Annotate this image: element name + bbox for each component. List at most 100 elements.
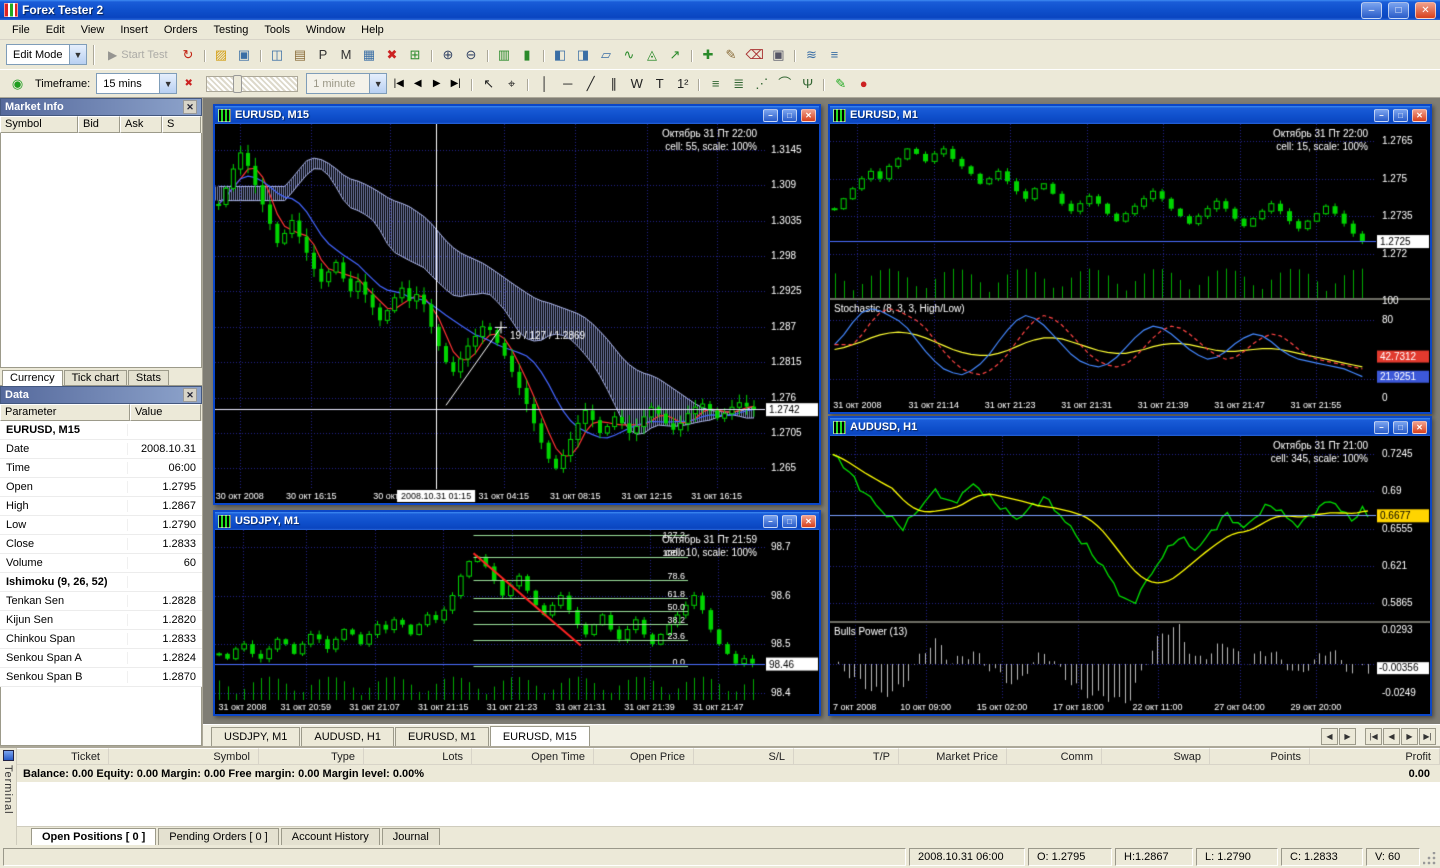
menu-item-testing[interactable]: Testing bbox=[206, 22, 257, 38]
close-chart-icon[interactable]: ▦ bbox=[358, 44, 381, 65]
maximize-button[interactable]: □ bbox=[1388, 2, 1409, 19]
cascade-windows-icon[interactable]: ▱ bbox=[595, 44, 618, 65]
zoom-out-icon[interactable]: ⊖ bbox=[460, 44, 483, 65]
horizontal-line-tool-icon[interactable]: ─ bbox=[556, 73, 579, 94]
pencil-color-icon[interactable]: ✎ bbox=[829, 74, 852, 95]
market-info-list[interactable] bbox=[0, 133, 202, 368]
terminal-tab-pending-orders-0-[interactable]: Pending Orders [ 0 ] bbox=[158, 828, 278, 845]
close-button[interactable]: ✕ bbox=[801, 109, 816, 122]
speed-select[interactable]: 1 minute ▼ bbox=[306, 73, 387, 94]
close-button[interactable]: ✕ bbox=[801, 515, 816, 528]
step-forward-button[interactable]: ▶ bbox=[427, 74, 446, 93]
chevron-down-icon[interactable]: ▼ bbox=[369, 74, 386, 93]
eraser-icon[interactable]: ⌫ bbox=[743, 44, 767, 65]
indicators-list-icon[interactable]: ≋ bbox=[800, 44, 823, 65]
mdi-scroll-right[interactable]: ▶ bbox=[1339, 728, 1356, 745]
terminal-side-tab[interactable]: Terminal bbox=[0, 748, 17, 845]
tile-vertical-icon[interactable]: ◨ bbox=[572, 44, 595, 65]
terminal-col-ticket[interactable]: Ticket bbox=[17, 748, 109, 764]
timeframe-select[interactable]: 15 mins ▼ bbox=[96, 73, 177, 94]
market-info-col-bid[interactable]: Bid bbox=[78, 116, 120, 133]
start-test-button[interactable]: ▶ Start Test bbox=[101, 44, 175, 65]
mdi-last-tab[interactable]: ▶| bbox=[1419, 728, 1436, 745]
fibo-fan-icon[interactable]: ⋰ bbox=[750, 74, 773, 95]
arrow-up-chart-icon[interactable]: ↗ bbox=[664, 44, 687, 65]
tab-currency[interactable]: Currency bbox=[2, 370, 63, 386]
terminal-col-symbol[interactable]: Symbol bbox=[109, 748, 259, 764]
step-back-button[interactable]: ◀ bbox=[408, 74, 427, 93]
numbers-tool-icon[interactable]: 1² bbox=[671, 73, 694, 94]
marker-icon[interactable]: ● bbox=[852, 73, 875, 94]
minimize-button[interactable]: – bbox=[1374, 421, 1389, 434]
fibo-arcs-icon[interactable]: ⌒ bbox=[773, 72, 796, 93]
pitchfork-icon[interactable]: Ψ bbox=[796, 73, 819, 94]
close-icon[interactable]: ✕ bbox=[183, 388, 197, 402]
trend-line-tool-icon[interactable]: ╱ bbox=[579, 74, 602, 95]
terminal-col-type[interactable]: Type bbox=[259, 748, 364, 764]
chart-titlebar[interactable]: AUDUSD, H1–□✕ bbox=[830, 418, 1430, 436]
chart-titlebar[interactable]: EURUSD, M15–□✕ bbox=[215, 106, 819, 124]
chart-window-eurusd-m15[interactable]: EURUSD, M15–□✕ bbox=[213, 104, 821, 505]
mdi-tab-audusd-h1[interactable]: AUDUSD, H1 bbox=[301, 727, 394, 746]
zoom-in-icon[interactable]: ⊕ bbox=[437, 44, 460, 65]
delete-chart-icon[interactable]: ✖ bbox=[381, 44, 404, 65]
data-col-value[interactable]: Value bbox=[130, 404, 201, 421]
cursor-icon[interactable]: ↖ bbox=[477, 74, 500, 95]
menu-item-orders[interactable]: Orders bbox=[156, 22, 206, 38]
restore-button[interactable]: □ bbox=[782, 109, 797, 122]
menu-item-tools[interactable]: Tools bbox=[256, 22, 298, 38]
close-button[interactable]: ✕ bbox=[1415, 2, 1436, 19]
area-chart-icon[interactable]: ◬ bbox=[641, 44, 664, 65]
step-to-start-button[interactable]: |◀ bbox=[389, 74, 408, 93]
minimize-button[interactable]: – bbox=[763, 515, 778, 528]
snapshot-icon[interactable]: ▣ bbox=[767, 44, 790, 65]
close-button[interactable]: ✕ bbox=[1412, 109, 1427, 122]
fibo-timezones-icon[interactable]: ≣ bbox=[727, 74, 750, 95]
chart-canvas-usdjpy-m1[interactable] bbox=[215, 530, 819, 714]
mdi-scroll-left[interactable]: ◀ bbox=[1321, 728, 1338, 745]
terminal-tab-open-positions-0-[interactable]: Open Positions [ 0 ] bbox=[31, 828, 156, 845]
restore-button[interactable]: □ bbox=[782, 515, 797, 528]
chart-titlebar[interactable]: USDJPY, M1–□✕ bbox=[215, 512, 819, 530]
terminal-col-lots[interactable]: Lots bbox=[364, 748, 472, 764]
candle-chart-icon[interactable]: ▮ bbox=[516, 44, 539, 65]
open-project-icon[interactable]: ▨ bbox=[210, 44, 233, 65]
terminal-col-profit[interactable]: Profit bbox=[1310, 748, 1440, 764]
terminal-col-t-p[interactable]: T/P bbox=[794, 748, 899, 764]
tab-tick-chart[interactable]: Tick chart bbox=[64, 370, 127, 385]
tab-stats[interactable]: Stats bbox=[128, 370, 169, 385]
minimize-button[interactable]: – bbox=[763, 109, 778, 122]
tile-horizontal-icon[interactable]: ◧ bbox=[549, 44, 572, 65]
chart-window-eurusd-m1[interactable]: EURUSD, M1–□✕ bbox=[828, 104, 1432, 414]
line-chart-icon[interactable]: ∿ bbox=[618, 44, 641, 65]
menu-item-view[interactable]: View bbox=[73, 22, 113, 38]
terminal-tab-journal[interactable]: Journal bbox=[382, 828, 440, 845]
market-info-col-ask[interactable]: Ask bbox=[120, 116, 162, 133]
terminal-tab-account-history[interactable]: Account History bbox=[281, 828, 380, 845]
wave-tool-icon[interactable]: W bbox=[625, 73, 648, 94]
chart-canvas-eurusd-m15[interactable] bbox=[215, 124, 819, 503]
menu-item-edit[interactable]: Edit bbox=[38, 22, 73, 38]
terminal-col-open-time[interactable]: Open Time bbox=[472, 748, 594, 764]
market-info-col-symbol[interactable]: Symbol bbox=[0, 116, 78, 133]
restore-button[interactable]: □ bbox=[1393, 421, 1408, 434]
fibo-retracement-icon[interactable]: ≡ bbox=[704, 73, 727, 94]
chart-canvas-eurusd-m1[interactable] bbox=[830, 124, 1430, 412]
minimize-button[interactable]: – bbox=[1374, 109, 1389, 122]
chart-canvas-audusd-h1[interactable] bbox=[830, 436, 1430, 714]
bar-chart-icon[interactable]: ▥ bbox=[493, 44, 516, 65]
menu-item-help[interactable]: Help bbox=[353, 22, 392, 38]
menu-item-window[interactable]: Window bbox=[298, 22, 353, 38]
crosshair-icon[interactable]: ⌖ bbox=[500, 74, 523, 95]
tick-chart-icon[interactable]: ◫ bbox=[266, 44, 289, 65]
symbols-list-icon[interactable]: ≡ bbox=[823, 44, 846, 65]
mdi-tab-eurusd-m15[interactable]: EURUSD, M15 bbox=[490, 726, 590, 746]
chart-titlebar[interactable]: EURUSD, M1–□✕ bbox=[830, 106, 1430, 124]
terminal-col-swap[interactable]: Swap bbox=[1102, 748, 1210, 764]
restart-test-icon[interactable]: ↻ bbox=[177, 44, 200, 65]
test-speed-slider[interactable] bbox=[206, 76, 298, 92]
close-icon[interactable]: ✕ bbox=[183, 100, 197, 114]
data-col-parameter[interactable]: Parameter bbox=[0, 404, 130, 421]
menu-item-insert[interactable]: Insert bbox=[112, 22, 156, 38]
remove-timeframe-icon[interactable]: ✖ bbox=[179, 74, 198, 93]
